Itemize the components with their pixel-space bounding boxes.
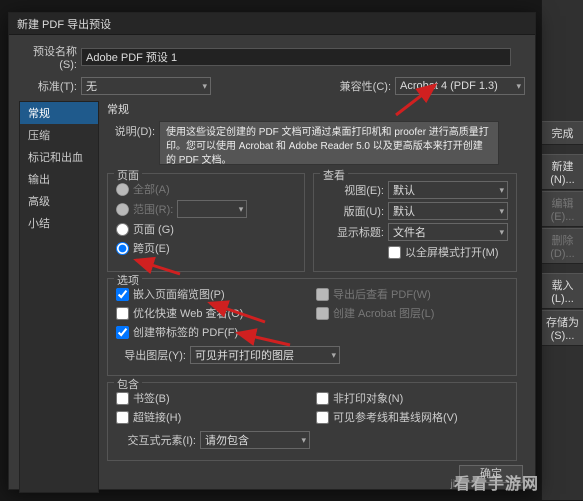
standard-dropdown[interactable]: 无 xyxy=(81,77,211,95)
view-title: 查看 xyxy=(320,167,348,183)
preset-name-label: 预设名称(S): xyxy=(19,43,77,71)
view-label: 视图(E): xyxy=(322,182,384,198)
right-panel: 完成 新建(N)... 编辑(E)... 删除(D)... 载入(L)... 存… xyxy=(541,0,583,500)
fullscreen-check[interactable] xyxy=(388,246,401,259)
pages-radio-label: 页面 (G) xyxy=(133,221,174,237)
acrobat-layers-check xyxy=(316,307,329,320)
dialog-titlebar: 新建 PDF 导出预设 xyxy=(9,13,535,35)
interactive-dropdown[interactable]: 请勿包含 xyxy=(200,431,310,449)
all-pages-radio xyxy=(116,183,129,196)
standard-label: 标准(T): xyxy=(19,78,77,94)
hyperlinks-label: 超链接(H) xyxy=(133,409,181,425)
spreads-radio-label: 跨页(E) xyxy=(133,240,170,256)
preset-name-input[interactable] xyxy=(81,48,511,66)
view-after-check xyxy=(316,288,329,301)
new-button[interactable]: 新建(N)... xyxy=(542,154,583,190)
acrobat-layers-label: 创建 Acrobat 图层(L) xyxy=(333,305,434,321)
include-title: 包含 xyxy=(114,376,142,392)
spreads-radio[interactable] xyxy=(116,242,129,255)
dialog-title: 新建 PDF 导出预设 xyxy=(17,16,111,32)
range-dropdown xyxy=(177,200,247,218)
saveas-button[interactable]: 存储为(S)... xyxy=(542,310,583,346)
bookmarks-label: 书签(B) xyxy=(133,390,170,406)
export-preset-dialog: 新建 PDF 导出预设 预设名称(S): 标准(T): 无 兼容性(C): Ac… xyxy=(8,12,536,490)
watermark: 看看手游网 xyxy=(454,470,539,494)
pages-radio[interactable] xyxy=(116,223,129,236)
panel-heading: 常规 xyxy=(107,101,517,117)
nonprinting-check[interactable] xyxy=(316,392,329,405)
edit-button[interactable]: 编辑(E)... xyxy=(542,191,583,227)
embed-thumb-label: 嵌入页面缩览图(P) xyxy=(133,286,225,302)
desc-label: 说明(D): xyxy=(107,121,155,165)
pages-fieldset: 页面 全部(A) 范围(R): 页面 (G) xyxy=(107,173,305,272)
layout-dropdown[interactable]: 默认 xyxy=(388,202,508,220)
view-fieldset: 查看 视图(E): 默认 版面(U): 默认 显示标题: 文件名 xyxy=(313,173,517,272)
range-label: 范围(R): xyxy=(133,201,173,217)
load-button[interactable]: 载入(L)... xyxy=(542,273,583,309)
sidebar-item-output[interactable]: 输出 xyxy=(20,168,98,190)
pages-title: 页面 xyxy=(114,167,142,183)
sidebar-item-advanced[interactable]: 高级 xyxy=(20,190,98,212)
include-fieldset: 包含 书签(B) 超链接(H) 非打印对象(N) 可见参考线和基线网格(V) 交… xyxy=(107,382,517,461)
options-fieldset: 选项 嵌入页面缩览图(P) 优化快速 Web 查看(O) 创建带标签的 PDF(… xyxy=(107,278,517,376)
marks-label: 显示标题: xyxy=(322,224,384,240)
view-after-label: 导出后查看 PDF(W) xyxy=(333,286,431,302)
embed-thumb-check[interactable] xyxy=(116,288,129,301)
fullscreen-label: 以全屏模式打开(M) xyxy=(405,244,499,260)
range-radio xyxy=(116,203,129,216)
layers-label: 导出图层(Y): xyxy=(116,347,186,363)
tagged-pdf-label: 创建带标签的 PDF(F) xyxy=(133,324,238,340)
optimize-web-check[interactable] xyxy=(116,307,129,320)
sidebar-item-summary[interactable]: 小结 xyxy=(20,212,98,234)
category-sidebar: 常规 压缩 标记和出血 输出 高级 小结 xyxy=(19,101,99,493)
interactive-label: 交互式元素(I): xyxy=(116,432,196,448)
guides-label: 可见参考线和基线网格(V) xyxy=(333,409,458,425)
all-pages-label: 全部(A) xyxy=(133,181,170,197)
sidebar-item-compress[interactable]: 压缩 xyxy=(20,124,98,146)
delete-button[interactable]: 删除(D)... xyxy=(542,228,583,264)
view-dropdown[interactable]: 默认 xyxy=(388,181,508,199)
main-panel: 常规 说明(D): 使用这些设定创建的 PDF 文档可通过桌面打印机和 proo… xyxy=(99,101,525,493)
compat-label: 兼容性(C): xyxy=(340,78,391,94)
bookmarks-check[interactable] xyxy=(116,392,129,405)
layers-dropdown[interactable]: 可见并可打印的图层 xyxy=(190,346,340,364)
guides-check[interactable] xyxy=(316,411,329,424)
sidebar-item-marks[interactable]: 标记和出血 xyxy=(20,146,98,168)
desc-textarea[interactable]: 使用这些设定创建的 PDF 文档可通过桌面打印机和 proofer 进行高质量打… xyxy=(159,121,499,165)
marks-dropdown[interactable]: 文件名 xyxy=(388,223,508,241)
optimize-web-label: 优化快速 Web 查看(O) xyxy=(133,305,243,321)
done-button[interactable]: 完成 xyxy=(542,121,583,145)
hyperlinks-check[interactable] xyxy=(116,411,129,424)
compat-dropdown[interactable]: Acrobat 4 (PDF 1.3) xyxy=(395,77,525,95)
nonprinting-label: 非打印对象(N) xyxy=(333,390,403,406)
layout-label: 版面(U): xyxy=(322,203,384,219)
sidebar-item-general[interactable]: 常规 xyxy=(20,102,98,124)
tagged-pdf-check[interactable] xyxy=(116,326,129,339)
options-title: 选项 xyxy=(114,272,142,288)
